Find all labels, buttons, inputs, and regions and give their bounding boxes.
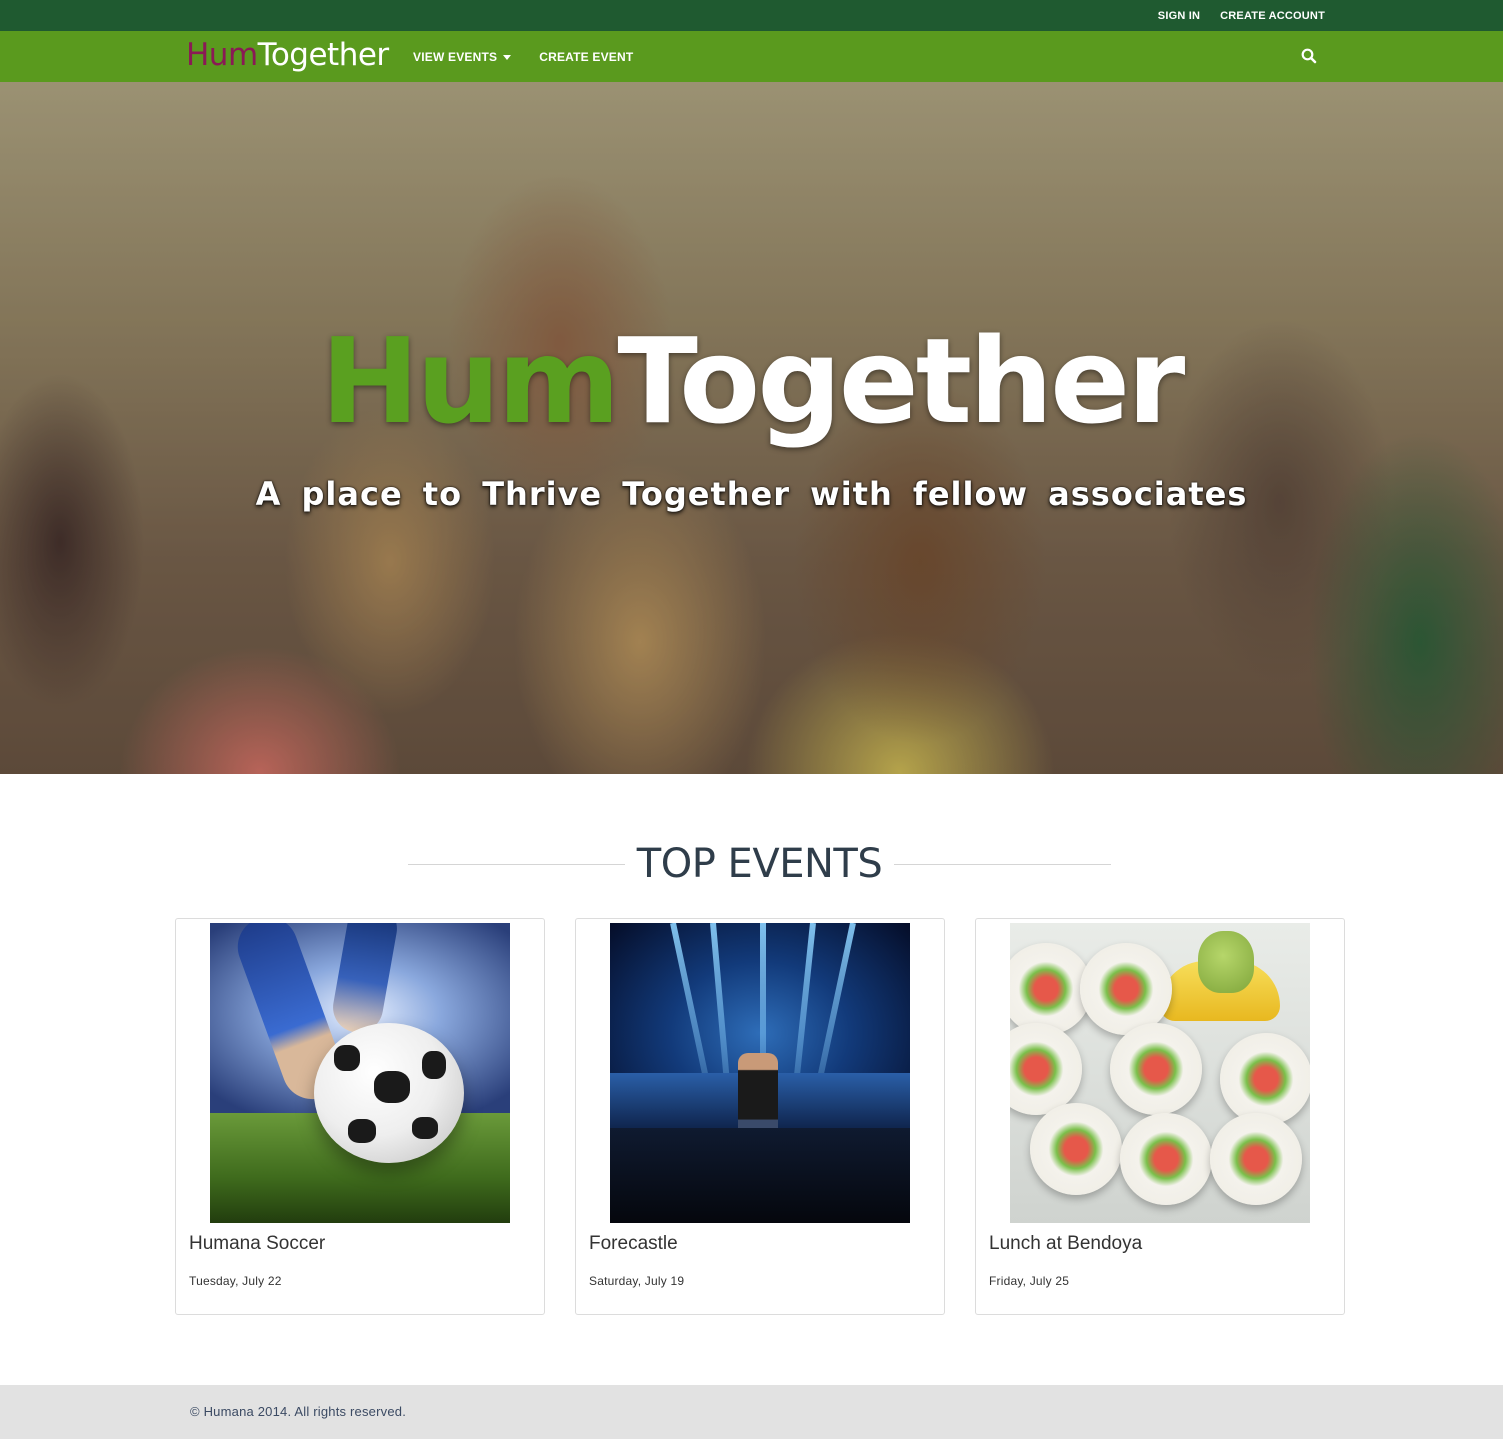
event-image-concert[interactable] — [610, 923, 910, 1223]
event-image-soccer[interactable] — [210, 923, 510, 1223]
event-card[interactable]: Humana Soccer Tuesday, July 22 — [175, 918, 545, 1315]
search-button[interactable] — [1300, 47, 1318, 65]
hero-title-hum: Hum — [320, 312, 621, 450]
event-card[interactable]: Lunch at Bendoya Friday, July 25 — [975, 918, 1345, 1315]
create-event-label: CREATE EVENT — [539, 49, 634, 64]
crowd — [610, 1128, 910, 1223]
main-navigation: Hum Together VIEW EVENTS CREATE EVENT — [0, 31, 1503, 82]
utility-bar: SIGN IN CREATE ACCOUNT — [0, 0, 1503, 31]
heading-divider-left — [408, 863, 625, 865]
create-account-link[interactable]: CREATE ACCOUNT — [1220, 10, 1325, 22]
footer: © Humana 2014. All rights reserved. — [0, 1385, 1503, 1439]
event-card[interactable]: Forecastle Saturday, July 19 — [575, 918, 945, 1315]
event-title[interactable]: Humana Soccer — [189, 1233, 325, 1255]
footer-copyright: © Humana 2014. All rights reserved. — [190, 1404, 407, 1419]
top-events-heading: TOP EVENTS — [408, 841, 1112, 887]
search-icon — [1301, 48, 1317, 64]
event-cards: Humana Soccer Tuesday, July 22 Forecastl… — [175, 918, 1345, 1315]
hero-title: HumTogether — [0, 322, 1503, 440]
event-title[interactable]: Forecastle — [589, 1233, 678, 1255]
hero-title-together: Together — [617, 312, 1185, 450]
utility-links: SIGN IN CREATE ACCOUNT — [1158, 0, 1325, 31]
heading-divider-right — [894, 863, 1112, 865]
event-title[interactable]: Lunch at Bendoya — [989, 1233, 1142, 1255]
view-events-dropdown[interactable]: VIEW EVENTS — [413, 49, 512, 64]
hero-banner: HumTogether A place to Thrive Together w… — [0, 82, 1503, 774]
event-date: Tuesday, July 22 — [189, 1274, 282, 1288]
logo-together-text: Together — [257, 37, 390, 73]
logo-hum-text: Hum — [186, 37, 258, 73]
create-event-link[interactable]: CREATE EVENT — [539, 50, 633, 64]
sign-in-link[interactable]: SIGN IN — [1158, 10, 1200, 22]
event-date: Saturday, July 19 — [589, 1274, 685, 1288]
hero-tagline: A place to Thrive Together with fellow a… — [255, 475, 1248, 513]
event-image-sushi[interactable] — [1010, 923, 1310, 1223]
humtogether-logo[interactable]: Hum Together — [186, 37, 389, 77]
nav-links: VIEW EVENTS CREATE EVENT — [413, 31, 633, 82]
wasabi — [1198, 931, 1254, 993]
top-events-title: TOP EVENTS — [636, 841, 883, 887]
view-events-label: VIEW EVENTS — [413, 49, 498, 64]
event-date: Friday, July 25 — [989, 1274, 1070, 1288]
caret-down-icon — [503, 55, 512, 60]
soccer-ball — [314, 1023, 464, 1163]
